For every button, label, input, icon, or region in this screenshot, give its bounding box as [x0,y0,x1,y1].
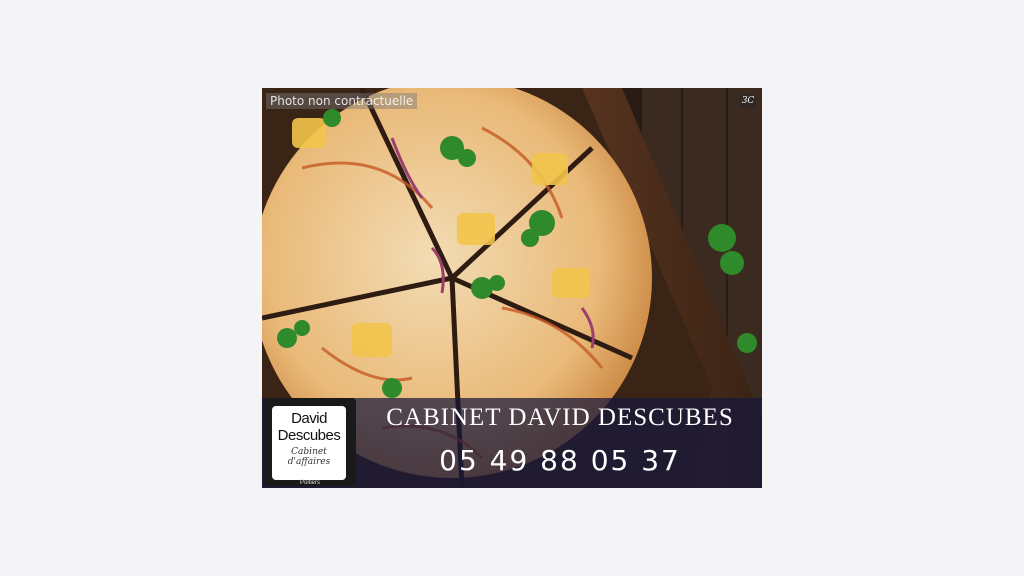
firm-name: CABINET DAVID DESCUBES [386,404,734,431]
photo-disclaimer: Photo non contractuelle [266,93,418,109]
logo-city: Poitiers [299,480,320,486]
logo-sub1: Cabinet [291,447,327,457]
listing-photo[interactable]: Photo non contractuelle 3C David Descube… [262,88,762,488]
phone-number[interactable]: 05 49 88 05 37 [362,444,758,477]
zoom-icon[interactable]: 3C [740,94,756,108]
logo-sub2: d'affaires [287,457,331,467]
logo-line1: David [291,410,327,427]
agency-logo: David Descubes Cabinet d'affaires Poitie… [264,398,356,486]
logo-line2: Descubes [277,427,341,444]
